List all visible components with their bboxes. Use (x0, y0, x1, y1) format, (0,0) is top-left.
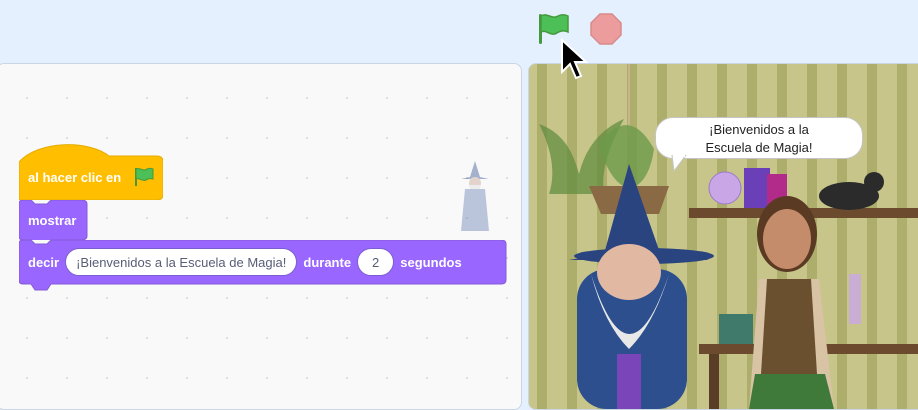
say-for-label: durante (303, 254, 352, 270)
sprite-wizard-icon (461, 161, 489, 231)
say-message-input[interactable]: ¡Bienvenidos a la Escuela de Magia! (65, 248, 298, 276)
show-block-label: mostrar (28, 212, 77, 228)
books-icon (744, 168, 770, 208)
say-seconds-input[interactable]: 2 (357, 248, 395, 276)
speech-line-1: ¡Bienvenidos a la (709, 122, 809, 137)
green-flag-icon (135, 167, 154, 186)
spellbooks-icon (719, 314, 753, 344)
crystal-ball-icon (708, 171, 742, 205)
say-seconds-label: segundos (400, 254, 462, 270)
when-flag-clicked-block[interactable]: al hacer clic en (19, 138, 163, 200)
hat-block-label: al hacer clic en (28, 170, 122, 185)
stop-button[interactable] (589, 12, 623, 46)
potion-bottle-icon (849, 274, 861, 324)
show-block[interactable]: mostrar (19, 200, 89, 240)
mouse-cursor-icon (561, 38, 589, 80)
stage[interactable] (528, 63, 918, 410)
toolbar (0, 0, 918, 62)
speech-tail-icon (671, 155, 687, 173)
stop-icon (590, 13, 622, 45)
say-block-label: decir (28, 254, 60, 270)
stage-backdrop (529, 64, 918, 409)
say-for-secs-block[interactable]: decir ¡Bienvenidos a la Escuela de Magia… (19, 240, 507, 292)
speech-bubble: ¡Bienvenidos a la Escuela de Magia! (655, 117, 863, 159)
